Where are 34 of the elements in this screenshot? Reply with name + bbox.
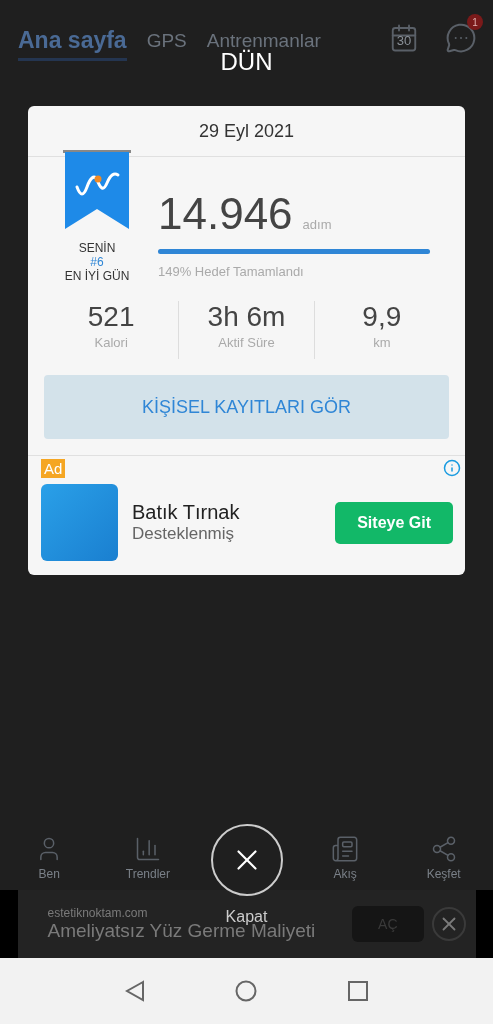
steps-count: 14.946 — [158, 189, 293, 239]
stat-label: km — [373, 335, 391, 350]
visit-site-button[interactable]: Siteye Git — [335, 501, 453, 544]
goal-label: 149% Hedef Tamamlandı — [158, 264, 305, 279]
rank-text: #6 — [90, 255, 104, 269]
back-icon[interactable] — [125, 980, 146, 1002]
stat-label: Kalori — [94, 335, 128, 350]
stat-value: 9,9 — [362, 301, 402, 333]
ribbon-icon — [62, 149, 132, 231]
close-button[interactable] — [210, 824, 283, 896]
steps-unit: adım — [302, 217, 332, 232]
stat-label: Aktif Süre — [218, 335, 275, 350]
ad-subtitle: Desteklenmiş — [132, 524, 236, 544]
nav-item[interactable]: Keşfet — [408, 835, 479, 881]
ad-title: Batık Tırnak — [132, 501, 241, 524]
ad-badge: Ad — [41, 459, 66, 478]
recents-icon[interactable] — [347, 981, 368, 1001]
tab[interactable]: GPS — [146, 29, 187, 59]
records-button[interactable]: KİŞİSEL KAYITLARI GÖR — [44, 375, 449, 439]
info-icon[interactable] — [443, 459, 461, 477]
tab[interactable]: Ana sayfa — [18, 27, 127, 61]
home-icon[interactable] — [235, 980, 258, 1002]
dialog-title: DÜN — [220, 48, 273, 77]
ad-domain: estetiknoktam.com — [47, 906, 148, 920]
nav-item[interactable]: Ben — [14, 835, 85, 881]
close-icon[interactable] — [431, 907, 466, 941]
nav-item[interactable]: Akış — [310, 835, 381, 881]
stat-value: 3h 6m — [207, 301, 286, 333]
badge-text: EN İYİ GÜN — [64, 269, 130, 283]
badge-text: SENİN — [78, 241, 116, 255]
stat-value: 521 — [87, 301, 135, 333]
nav-icon — [331, 835, 360, 863]
nav-item[interactable]: Trendler — [112, 835, 183, 881]
notification-badge: 1 — [467, 14, 483, 30]
